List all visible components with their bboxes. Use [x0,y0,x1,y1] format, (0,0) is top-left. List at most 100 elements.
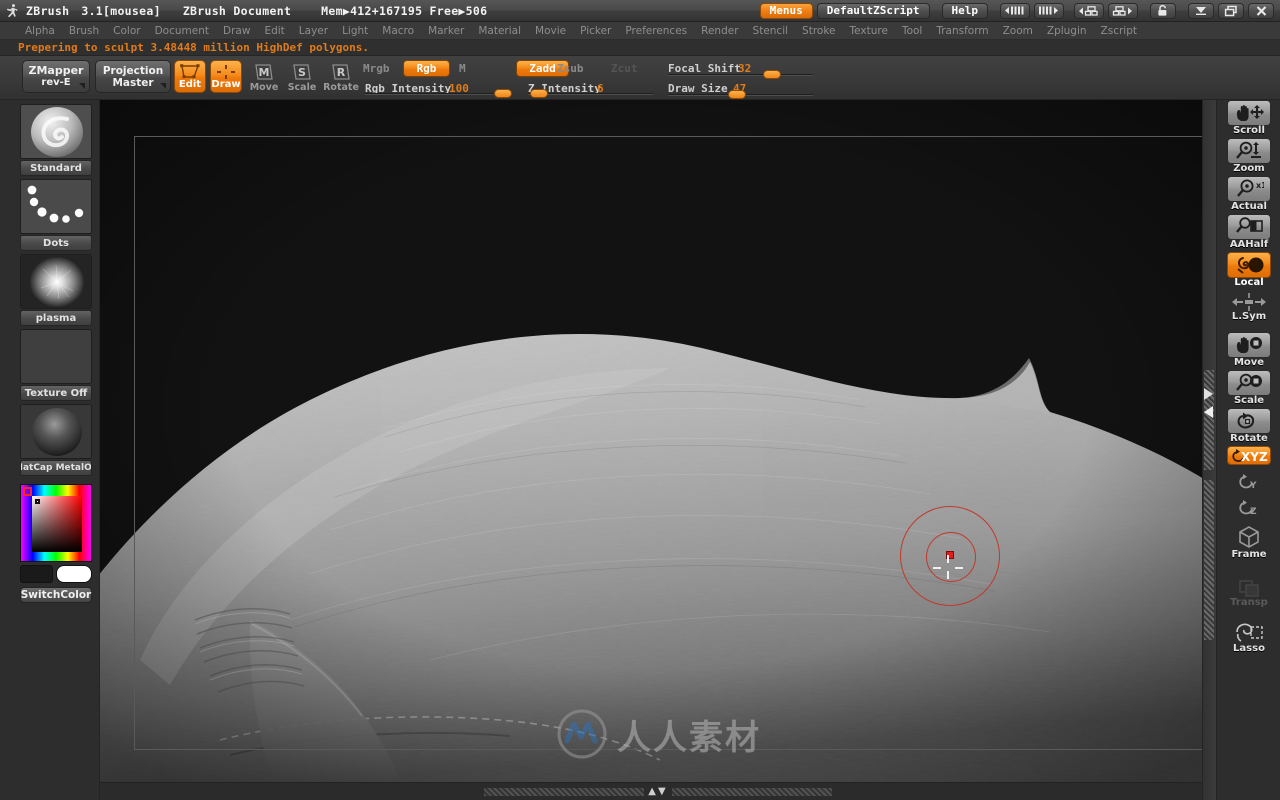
menu-item-transform[interactable]: Transform [929,25,995,37]
menu-item-zplugin[interactable]: Zplugin [1040,25,1094,37]
menu-item-stencil[interactable]: Stencil [746,25,796,37]
rotate-icon[interactable] [1227,408,1271,434]
lasso-select-icon[interactable] [1227,620,1271,644]
menu-item-movie[interactable]: Movie [528,25,573,37]
local-symmetry-icon[interactable] [1227,292,1271,312]
sculpt-viewport[interactable] [100,100,1216,782]
magnifier-scale-icon[interactable] [1227,370,1271,396]
palette-item-stroke[interactable]: Dots [20,179,92,251]
projection-master-button[interactable]: Projection Master [95,60,171,93]
menu-item-tool[interactable]: Tool [895,25,929,37]
matcap-material-thumb[interactable] [20,404,92,459]
rotate-z-icon[interactable]: Z [1227,498,1271,518]
right-tray-item-aahalf[interactable]: AAHalf [1227,214,1271,250]
right-tray-rail[interactable] [1202,100,1216,800]
zcut-toggle[interactable]: Zcut [611,62,638,75]
window-next-icon[interactable] [1108,2,1138,19]
menu-item-zoom[interactable]: Zoom [996,25,1040,37]
canvas-hscroll[interactable]: ▲▼ [100,782,1216,800]
menu-item-macro[interactable]: Macro [375,25,421,37]
right-tray-item-lsym[interactable]: L.Sym [1227,292,1271,322]
right-tray-item-zoom[interactable]: Zoom [1227,138,1271,174]
menu-item-alpha[interactable]: Alpha [18,25,62,37]
palette-item-material[interactable]: MatCap MetalO4 [20,404,92,476]
minimize-icon[interactable] [1188,2,1214,19]
scroll-updown-icon[interactable]: ▲▼ [644,786,671,797]
right-tray-item-transp[interactable]: Transp [1227,576,1271,608]
right-tray-item-scale[interactable]: Scale [1227,370,1271,406]
right-tray-item-scroll[interactable]: Scroll [1227,100,1271,136]
focal-shift-track[interactable] [668,74,813,76]
menu-item-brush[interactable]: Brush [62,25,106,37]
right-tray-item-actual[interactable]: x1 Actual [1227,176,1271,212]
menu-item-stroke[interactable]: Stroke [795,25,842,37]
menu-item-document[interactable]: Document [148,25,216,37]
canvas-area[interactable]: 人人素材 ▲▼ [100,100,1216,800]
hand-move-icon[interactable] [1227,332,1271,358]
scroll-left-icon[interactable] [1000,2,1030,19]
menu-item-picker[interactable]: Picker [573,25,618,37]
menu-item-material[interactable]: Material [471,25,528,37]
hscroll-track-left[interactable] [484,787,645,796]
restore-icon[interactable] [1218,2,1244,19]
draw-button[interactable]: Draw [210,60,242,93]
rotate-button[interactable]: R Rotate [323,60,359,93]
menu-item-texture[interactable]: Texture [843,25,895,37]
color-hue-field[interactable] [20,484,92,562]
right-tray-item-xyz[interactable]: XYZ [1227,446,1271,465]
color-picker[interactable]: SwitchColor [20,484,92,603]
palette-item-brush[interactable]: Standard [20,104,92,176]
right-tray-item-rotate-y[interactable]: Y [1227,472,1271,492]
color-swatches[interactable] [20,565,92,583]
help-button[interactable]: Help [941,2,988,19]
right-tray-item-frame[interactable]: Frame [1227,524,1271,560]
color-saturation-value-field[interactable] [32,496,82,552]
menu-item-preferences[interactable]: Preferences [618,25,694,37]
scale-button[interactable]: S Scale [286,60,318,93]
menu-item-render[interactable]: Render [694,25,745,37]
rail-arrow-left-icon[interactable] [1204,406,1213,418]
lock-icon[interactable] [1150,2,1176,19]
document-canvas[interactable]: 人人素材 [100,100,1216,782]
dots-stroke-thumb[interactable] [20,179,92,234]
z-intensity-knob[interactable] [530,89,548,98]
palette-item-alpha[interactable]: plasma [20,254,92,326]
right-tray-item-rotate-z[interactable]: Z [1227,498,1271,518]
rgb-intensity-track[interactable] [365,93,500,95]
window-prev-icon[interactable] [1074,2,1104,19]
standard-brush-thumb[interactable] [20,104,92,159]
secondary-color-swatch[interactable] [56,565,92,583]
antialias-half-icon[interactable] [1227,214,1271,240]
menu-item-draw[interactable]: Draw [216,25,257,37]
zscript-name-button[interactable]: DefaultZScript [816,2,930,19]
right-tray-item-local[interactable]: Local [1227,252,1271,288]
frame-cube-icon[interactable] [1227,524,1271,550]
magnifier-zoom-icon[interactable] [1227,138,1271,164]
menu-item-marker[interactable]: Marker [421,25,471,37]
right-tray-item-rotate[interactable]: Rotate [1227,408,1271,444]
right-rail-grip-top[interactable] [1204,370,1214,470]
move-button[interactable]: M Move [248,60,280,93]
rotate-y-icon[interactable]: Y [1227,472,1271,492]
mrgb-toggle[interactable]: Mrgb [363,62,390,75]
rgb-intensity-knob[interactable] [494,89,512,98]
switch-color-button[interactable]: SwitchColor [20,587,92,603]
menu-item-light[interactable]: Light [335,25,375,37]
close-icon[interactable] [1248,2,1274,19]
zsub-toggle[interactable]: Zsub [557,62,584,75]
local-pivot-icon[interactable] [1227,252,1271,278]
hand-scroll-icon[interactable] [1227,100,1271,126]
menu-item-layer[interactable]: Layer [292,25,335,37]
menu-item-zscript[interactable]: Zscript [1094,25,1144,37]
focal-shift-knob[interactable] [763,70,781,79]
rail-arrow-right-icon[interactable] [1204,388,1213,400]
chevron-down-icon[interactable] [79,83,85,89]
menu-item-color[interactable]: Color [106,25,147,37]
scroll-right-icon[interactable] [1034,2,1064,19]
edit-button[interactable]: Edit [174,60,206,93]
texture-off-thumb[interactable] [20,329,92,384]
menus-button[interactable]: Menus [759,2,813,19]
hscroll-track-right[interactable] [671,787,832,796]
plasma-alpha-thumb[interactable] [20,254,92,309]
primary-color-swatch[interactable] [20,565,53,583]
